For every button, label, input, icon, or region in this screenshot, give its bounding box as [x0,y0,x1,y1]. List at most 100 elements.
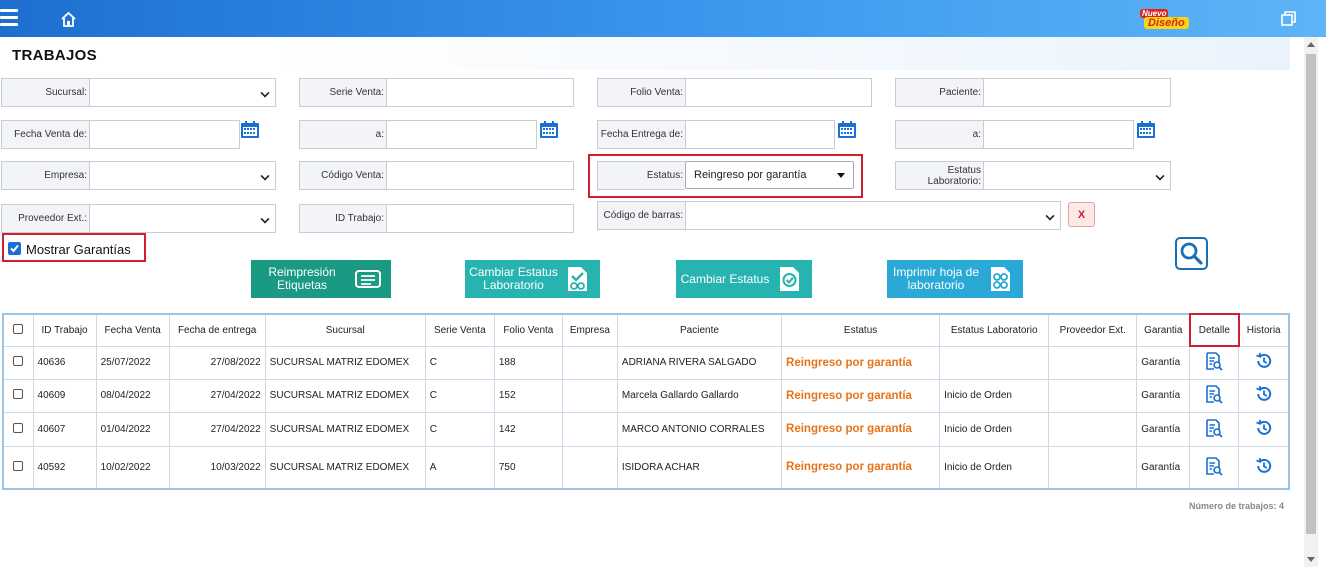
lab-document-icon [568,267,587,291]
estatus-label: Estatus: [597,161,685,190]
row-checkbox-cell[interactable] [2,411,34,447]
detalle-cell[interactable] [1189,378,1240,413]
serie-venta-input[interactable] [386,78,574,107]
cell-garantia: Garantía [1136,445,1191,490]
estatus-text: Reingreso por garantía [786,423,912,435]
detail-icon[interactable] [1204,418,1224,438]
calendar-icon[interactable] [539,121,559,139]
col-serie-venta[interactable]: Serie Venta [424,313,495,347]
fecha-entrega-de-input[interactable] [685,120,835,149]
history-icon[interactable] [1255,457,1273,475]
chevron-down-icon [1155,171,1165,181]
calendar-icon[interactable] [837,121,857,139]
select-all-checkbox[interactable] [13,323,24,334]
col-paciente[interactable]: Paciente [616,313,783,347]
col-fecha-entrega[interactable]: Fecha de entrega [168,313,266,347]
cambiar-estatus-label: Cambiar Estatus [680,271,770,286]
col-folio-venta[interactable]: Folio Venta [493,313,563,347]
id-trabajo-input[interactable] [386,204,574,233]
col-garantia[interactable]: Garantia [1136,313,1191,347]
col-empresa[interactable]: Empresa [561,313,618,347]
search-button[interactable] [1175,237,1208,270]
col-fecha-venta[interactable]: Fecha Venta [95,313,170,347]
cell-proveedor [1048,378,1138,413]
detail-icon[interactable] [1204,351,1224,371]
detalle-cell[interactable] [1189,411,1240,447]
folio-venta-input[interactable] [685,78,872,107]
cell-empresa [561,378,618,413]
detalle-cell[interactable] [1189,345,1240,380]
codigo-barras-select[interactable] [685,201,1061,230]
historia-cell[interactable] [1238,345,1290,380]
imprimir-hoja-laboratorio-label: Imprimir hoja de laboratorio [892,265,980,292]
scroll-thumb[interactable] [1306,54,1316,534]
fecha-venta-a-input[interactable] [386,120,537,149]
col-sucursal[interactable]: Sucursal [264,313,426,347]
historia-cell[interactable] [1238,445,1290,490]
col-id-trabajo[interactable]: ID Trabajo [32,313,97,347]
restore-window-icon[interactable] [1281,11,1296,26]
scroll-up-icon[interactable] [1307,42,1315,47]
imprimir-hoja-laboratorio-button[interactable]: Imprimir hoja de laboratorio [887,260,1023,298]
table-row: 40607 01/04/2022 27/04/2022 SUCURSAL MATRIZ… [2,411,1290,447]
col-proveedor[interactable]: Proveedor Ext. [1048,313,1138,347]
row-checkbox-cell[interactable] [2,378,34,413]
folio-venta-label: Folio Venta: [597,78,685,107]
chevron-down-icon [260,88,270,98]
cell-estatus: Reingreso por garantía [781,445,941,490]
detalle-cell[interactable] [1189,445,1240,490]
empresa-select[interactable] [89,161,276,190]
reimpresion-etiquetas-button[interactable]: Reimpresión Etiquetas [251,260,391,298]
clear-button[interactable]: X [1068,202,1095,227]
cambiar-estatus-laboratorio-button[interactable]: Cambiar Estatus Laboratorio [465,260,600,298]
detail-icon[interactable] [1204,384,1224,404]
fecha-entrega-a-label: a: [895,120,983,149]
row-checkbox[interactable] [13,460,24,471]
select-all-checkbox-cell[interactable] [2,313,34,347]
fecha-venta-de-input[interactable] [89,120,240,149]
paciente-input[interactable] [983,78,1171,107]
detail-icon[interactable] [1204,456,1224,476]
estatus-select[interactable]: Reingreso por garantía [685,161,854,189]
home-icon[interactable] [60,11,77,28]
calendar-icon[interactable] [240,121,260,139]
scroll-down-icon[interactable] [1307,557,1315,562]
row-checkbox-cell[interactable] [2,345,34,380]
col-estatus-laboratorio[interactable]: Estatus Laboratorio [939,313,1050,347]
vertical-scrollbar[interactable] [1304,37,1318,567]
chevron-down-icon [260,171,270,181]
row-checkbox[interactable] [13,422,24,433]
calendar-icon[interactable] [1136,121,1156,139]
sucursal-select[interactable] [89,78,276,107]
history-icon[interactable] [1255,419,1273,437]
mostrar-garantias-checkbox[interactable]: Mostrar Garantías [2,233,146,262]
row-checkbox[interactable] [13,389,24,399]
historia-cell[interactable] [1238,378,1290,413]
history-icon[interactable] [1255,385,1273,403]
cell-folio-venta: 188 [493,345,563,380]
codigo-venta-input[interactable] [386,161,574,190]
cell-serie-venta: C [424,411,495,447]
estatus-text: Reingreso por garantía [786,389,912,402]
cambiar-estatus-button[interactable]: Cambiar Estatus [676,260,812,298]
fecha-entrega-a-input[interactable] [983,120,1134,149]
col-estatus[interactable]: Estatus [781,313,941,347]
cell-folio-venta: 142 [493,411,563,447]
cell-fecha-entrega: 27/08/2022 [168,345,266,380]
proveedor-select[interactable] [89,204,276,233]
estatus-laboratorio-select[interactable] [983,161,1171,190]
col-historia[interactable]: Historia [1238,313,1290,347]
cambiar-estatus-laboratorio-label: Cambiar Estatus Laboratorio [469,265,558,292]
hamburger-menu-icon[interactable] [0,9,18,27]
fecha-entrega-de-label: Fecha Entrega de: [597,120,685,149]
historia-cell[interactable] [1238,411,1290,447]
checkbox-checked-icon[interactable] [8,242,21,255]
title-bar: TRABAJOS [0,37,1290,70]
cell-estatus: Reingreso por garantía [781,378,941,413]
row-checkbox[interactable] [13,356,24,366]
history-icon[interactable] [1255,352,1273,370]
row-checkbox-cell[interactable] [2,445,34,490]
cell-sucursal: SUCURSAL MATRIZ EDOMEX [264,445,426,490]
estatus-laboratorio-label: Estatus Laboratorio: [895,161,983,190]
cell-estatus-laboratorio: Inicio de Orden [939,445,1050,490]
